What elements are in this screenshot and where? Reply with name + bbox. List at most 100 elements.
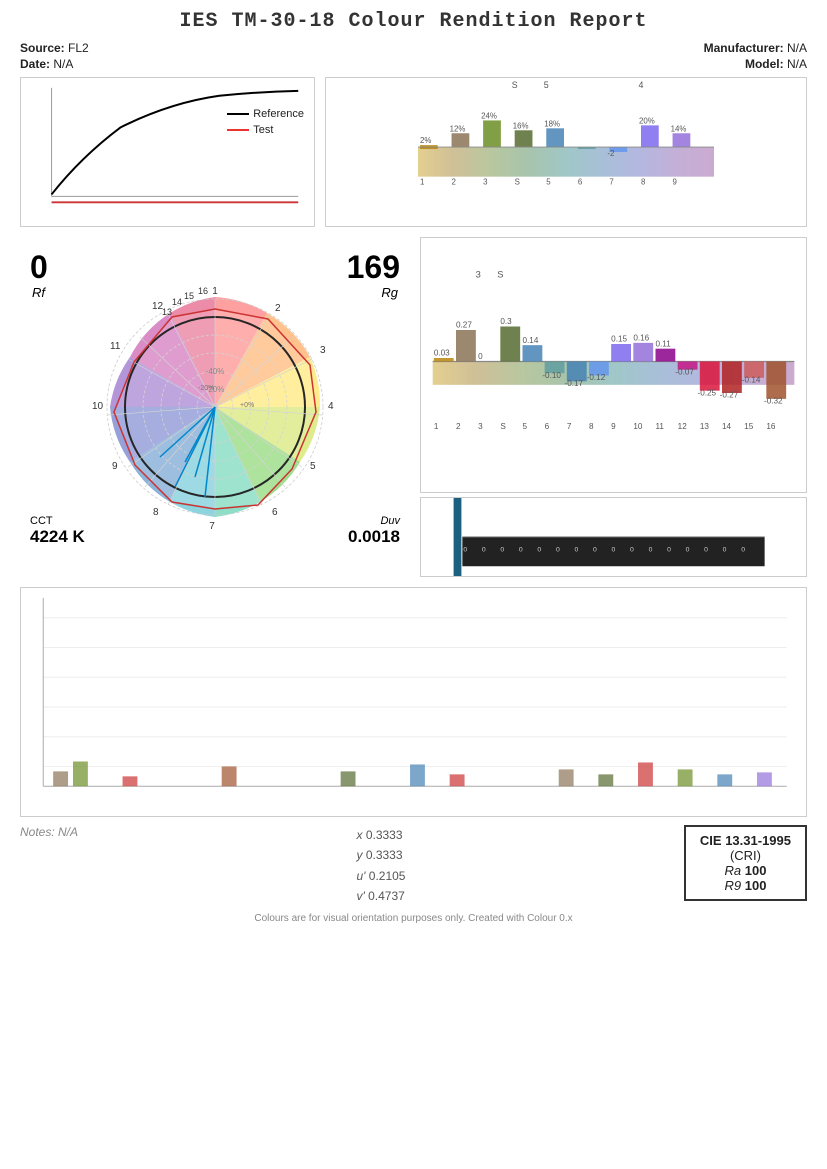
svg-text:14: 14 [722,422,732,431]
delta-lower-svg: 0 0 0 0 0 0 0 0 0 0 0 0 0 0 0 0 [421,498,806,576]
svg-text:12%: 12% [450,124,466,133]
svg-text:11: 11 [110,341,121,352]
svg-text:0.3: 0.3 [500,317,512,326]
header: Source: FL2 Date: N/A Manufacturer: N/A … [20,41,807,71]
svg-text:0.14: 0.14 [523,336,539,345]
page: IES TM-30-18 Colour Rendition Report Sou… [0,0,827,1169]
svg-text:0: 0 [723,547,727,554]
svg-text:0: 0 [575,547,579,554]
cct-value: 4224 K [30,527,85,547]
svg-text:0: 0 [556,547,560,554]
u-val-line: u' 0.2105 [356,866,405,886]
svg-text:10: 10 [92,401,104,412]
svg-text:3: 3 [476,270,481,280]
svg-text:0: 0 [519,547,523,554]
svg-text:S: S [512,80,518,90]
svg-text:0: 0 [478,352,483,361]
polar-svg: -20% -40% 1 2 3 4 5 6 7 8 9 10 11 12 16 … [20,237,410,577]
spd-svg [21,78,314,226]
svg-text:-40%: -40% [206,367,225,376]
svg-text:6: 6 [545,422,550,431]
svg-text:+0%: +0% [240,402,254,409]
svg-text:2: 2 [456,422,461,431]
cri-r9: R9 100 [700,878,791,893]
svg-text:-0.10: -0.10 [542,371,561,380]
cct-label: CCT [30,515,53,527]
svg-text:5: 5 [544,80,549,90]
model-line: Model: N/A [745,57,807,71]
polar-chart: -20% -40% 1 2 3 4 5 6 7 8 9 10 11 12 16 … [20,237,410,577]
svg-text:1: 1 [420,178,424,187]
svg-text:6: 6 [272,507,278,518]
cri-title: CIE 13.31-1995 [700,833,791,848]
svg-text:0: 0 [704,547,708,554]
delta-chart-lower: 0 0 0 0 0 0 0 0 0 0 0 0 0 0 0 0 [420,497,807,577]
svg-text:-0.32: -0.32 [764,397,783,406]
header-right: Manufacturer: N/A Model: N/A [704,41,807,71]
date-label: Date: [20,57,50,71]
svg-text:0: 0 [482,547,486,554]
manufacturer-label: Manufacturer: [704,41,784,55]
svg-text:S: S [497,270,503,280]
legend-test-line [227,129,249,131]
svg-text:0: 0 [500,547,504,554]
svg-text:3: 3 [478,422,483,431]
svg-text:0: 0 [537,547,541,554]
legend-reference-line [227,113,249,115]
svg-text:13: 13 [700,422,710,431]
svg-text:7: 7 [609,178,613,187]
svg-text:0.27: 0.27 [456,321,472,330]
svg-text:0: 0 [649,547,653,554]
spd-chart: Reference Test [20,77,315,227]
svg-text:S: S [500,422,506,431]
footer-left: Notes: N/A [20,825,78,839]
svg-text:8: 8 [641,178,646,187]
svg-text:0: 0 [593,547,597,554]
cri-subtitle: (CRI) [700,848,791,863]
svg-text:2: 2 [275,303,281,314]
manufacturer-line: Manufacturer: N/A [704,41,807,55]
svg-text:0: 0 [612,547,616,554]
x-val-line: x 0.3333 [356,825,405,845]
svg-text:-2: -2 [607,149,614,158]
svg-text:0.16: 0.16 [633,334,649,343]
date-line: Date: N/A [20,57,89,71]
model-val: N/A [787,57,807,71]
cri-ra: Ra 100 [700,863,791,878]
svg-text:-0.12: -0.12 [587,373,606,382]
source-line: Source: FL2 [20,41,89,55]
source-label: Source: [20,41,65,55]
svg-text:18%: 18% [544,119,560,128]
duv-label: Duv [380,515,400,527]
svg-text:15: 15 [184,291,194,301]
color-bar-svg: 2% 12% 24% 16% 18% -2 20% [326,78,806,226]
v-val-line: v' 0.4737 [356,886,405,906]
svg-text:0: 0 [463,547,467,554]
y-label: y [356,848,365,862]
svg-text:7: 7 [567,422,572,431]
color-bar-chart: 2% 12% 24% 16% 18% -2 20% [325,77,807,227]
legend-reference: Reference [227,108,304,120]
svg-text:1: 1 [434,422,439,431]
manufacturer-val: N/A [787,41,807,55]
svg-text:5: 5 [310,461,316,472]
bottom-svg [21,588,806,816]
svg-text:-0.14: -0.14 [742,376,761,385]
svg-text:13: 13 [162,307,172,317]
svg-text:9: 9 [112,461,118,472]
svg-text:-0.07: -0.07 [675,367,694,376]
y-val-line: y 0.3333 [356,845,405,865]
delta-upper-svg: 0.03 0.27 0 0.3 0.14 -0.10 [421,238,806,492]
svg-text:1: 1 [212,286,218,297]
duv-value: 0.0018 [348,527,400,547]
delta-chart-upper: 0.03 0.27 0 0.3 0.14 -0.10 [420,237,807,493]
svg-text:6: 6 [578,178,583,187]
cri-r9-label: R9 [724,878,744,893]
rg-value: 169 [347,249,400,286]
page-title: IES TM-30-18 Colour Rendition Report [20,10,807,33]
spd-legend: Reference Test [227,108,304,136]
svg-text:20%: 20% [639,116,655,125]
x-label: x [356,828,365,842]
svg-text:14: 14 [172,297,182,307]
svg-text:16: 16 [198,286,208,296]
